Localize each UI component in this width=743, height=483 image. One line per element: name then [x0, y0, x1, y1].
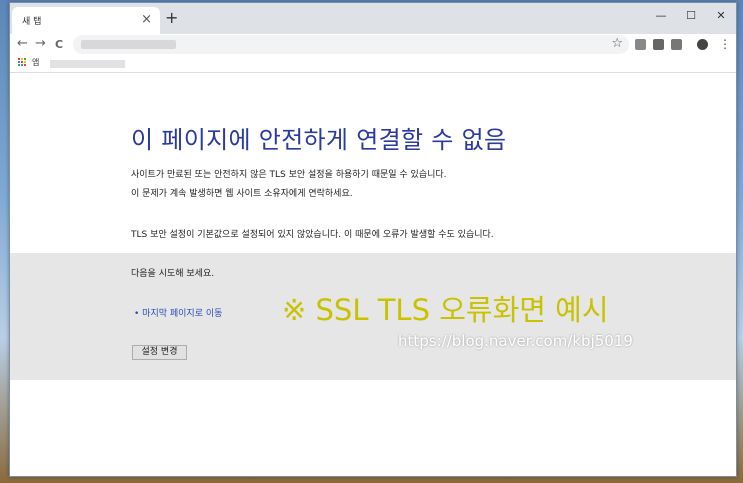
window-controls: — ☐ ✕: [646, 3, 736, 27]
reload-icon[interactable]: C: [55, 38, 63, 51]
suggestions-heading: 다음을 시도해 보세요.: [131, 269, 215, 279]
suggestions-panel: 다음을 시도해 보세요. • 마지막 페이지로 이동 설정 변경 ※ SSL T…: [10, 253, 736, 380]
bookmarks-bar: 앱: [10, 56, 736, 73]
error-description-2: 이 문제가 계속 발생하면 웹 사이트 소유자에게 연락하세요.: [131, 189, 353, 199]
apps-icon[interactable]: [18, 58, 27, 67]
error-page: 이 페이지에 안전하게 연결할 수 없음 사이트가 만료된 또는 안전하지 않은…: [10, 73, 736, 476]
browser-window: 새 탭 × + — ☐ ✕ ← → C ☆ ⋮ 앱 이 페이지에 안전하게 연결…: [9, 2, 737, 477]
tab-close-icon[interactable]: ×: [141, 12, 152, 27]
change-settings-button[interactable]: 설정 변경: [132, 345, 187, 360]
extension-icon[interactable]: [653, 39, 664, 50]
blog-watermark: https://blog.naver.com/kbj5019: [398, 332, 633, 350]
menu-icon[interactable]: ⋮: [719, 37, 731, 51]
extension-icon[interactable]: [671, 39, 682, 50]
apps-label[interactable]: 앱: [32, 57, 39, 68]
error-description-3: TLS 보안 설정이 기본값으로 설정되어 있지 않았습니다. 이 때문에 오류…: [131, 230, 494, 240]
overlay-caption: ※ SSL TLS 오류화면 예시: [282, 293, 609, 327]
forward-icon[interactable]: →: [35, 36, 46, 51]
page-title: 이 페이지에 안전하게 연결할 수 없음: [131, 126, 507, 154]
toolbar: ← → C ☆ ⋮: [10, 34, 736, 56]
title-bar: 새 탭 × + — ☐ ✕: [10, 3, 736, 34]
tab-title: 새 탭: [22, 17, 42, 27]
back-icon[interactable]: ←: [17, 36, 28, 51]
profile-icon[interactable]: [697, 39, 708, 50]
bookmark-blurred[interactable]: [50, 60, 125, 68]
bookmark-star-icon[interactable]: ☆: [611, 36, 623, 51]
new-tab-button[interactable]: +: [165, 8, 178, 27]
close-icon[interactable]: ✕: [706, 3, 736, 27]
extension-icon[interactable]: [635, 39, 646, 50]
tab-new-tab[interactable]: 새 탭 ×: [12, 7, 160, 34]
minimize-icon[interactable]: —: [646, 3, 676, 27]
maximize-icon[interactable]: ☐: [676, 3, 706, 27]
error-description-1: 사이트가 만료된 또는 안전하지 않은 TLS 보안 설정을 하용하기 때문일 …: [131, 170, 447, 180]
go-to-last-page-link[interactable]: • 마지막 페이지로 이동: [134, 306, 222, 319]
url-text-blurred: [81, 40, 176, 49]
address-bar[interactable]: ☆: [73, 35, 629, 54]
